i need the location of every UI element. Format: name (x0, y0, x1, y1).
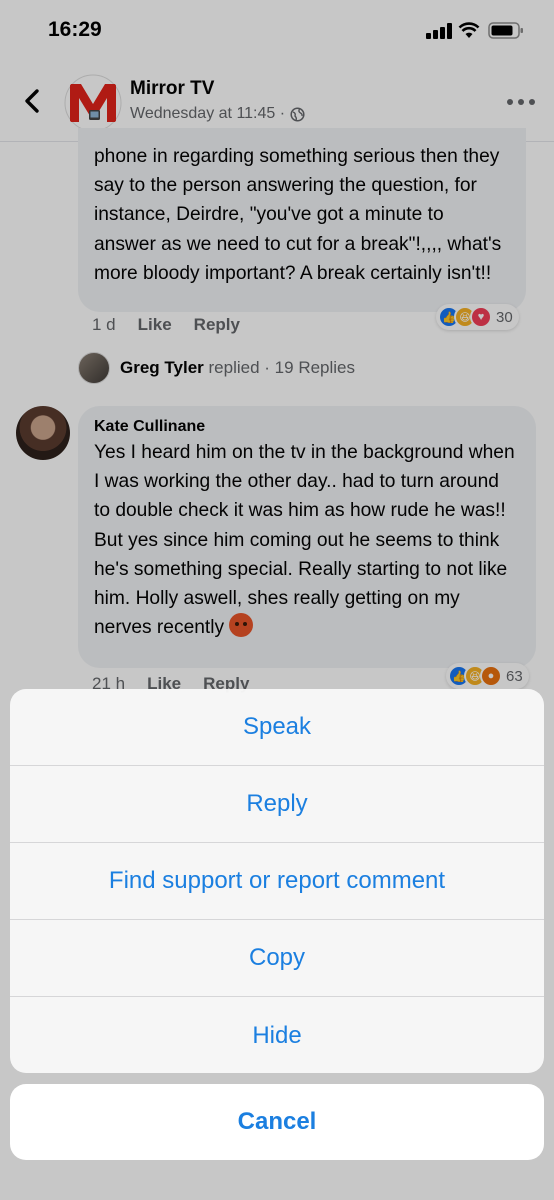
cancel-button[interactable]: Cancel (10, 1084, 544, 1160)
copy-option[interactable]: Copy (10, 920, 544, 997)
reply-option[interactable]: Reply (10, 766, 544, 843)
screen: 16:29 Mirror TV Wednesday at 11:45 · pho… (0, 0, 554, 1200)
report-comment-option[interactable]: Find support or report comment (10, 843, 544, 920)
hide-option[interactable]: Hide (10, 997, 544, 1073)
action-sheet: Speak Reply Find support or report comme… (10, 689, 544, 1073)
speak-option[interactable]: Speak (10, 689, 544, 766)
